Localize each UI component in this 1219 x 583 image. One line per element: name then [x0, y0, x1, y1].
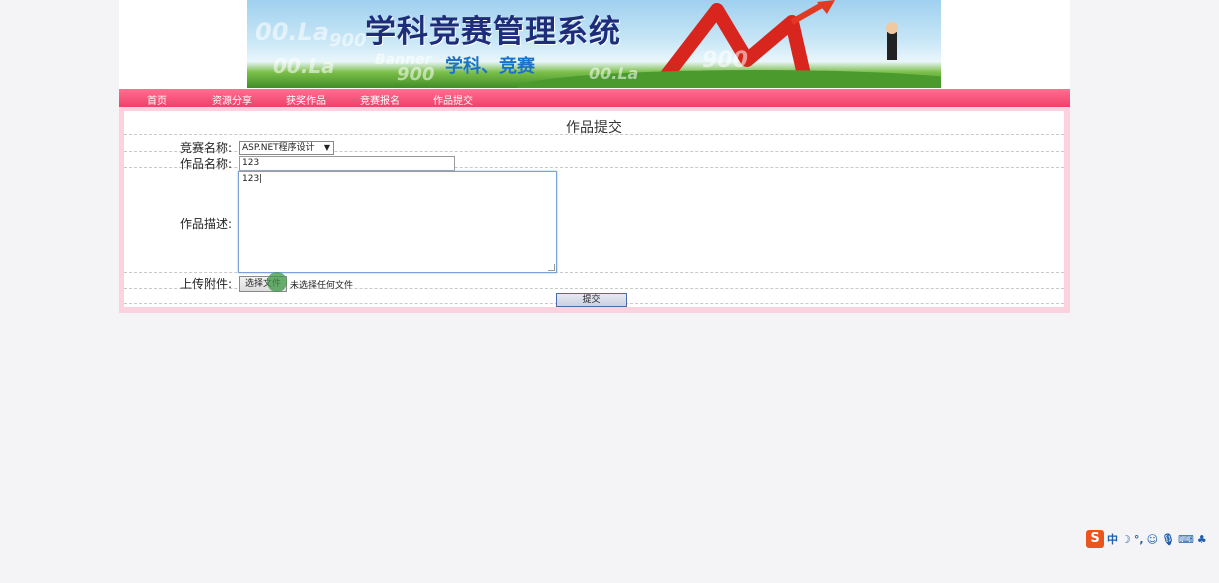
- banner-watermark: 00.La: [255, 18, 330, 46]
- ime-toolbar: S 中 ☽ °, ☺ 🎙 ⌨ ♣: [1086, 530, 1207, 548]
- nav-item-competition-signup[interactable]: 竞赛报名: [360, 92, 400, 107]
- competition-select[interactable]: ASP.NET程序设计 ▼: [239, 141, 334, 155]
- toolbox-icon[interactable]: ♣: [1197, 533, 1207, 546]
- work-name-input[interactable]: 123: [239, 156, 455, 171]
- banner-watermark: 900: [397, 64, 435, 85]
- work-name-label: 作品名称:: [179, 157, 232, 171]
- chevron-down-icon: ▼: [323, 143, 330, 152]
- banner-watermark: 900: [329, 30, 367, 51]
- header-banner: 00.La 900 Banner 00.La 900 00.La 900 学科竞…: [247, 0, 941, 88]
- banner-watermark: 900: [702, 48, 748, 73]
- emoji-icon[interactable]: ☺: [1147, 533, 1158, 546]
- sogou-logo-icon[interactable]: S: [1086, 530, 1104, 548]
- page-container: 00.La 900 Banner 00.La 900 00.La 900 学科竞…: [119, 0, 1070, 313]
- banner-watermark: 00.La: [273, 54, 335, 78]
- site-subtitle: 学科、竞赛: [445, 56, 535, 77]
- site-title: 学科竞赛管理系统: [365, 14, 621, 50]
- competition-label: 竞赛名称:: [179, 141, 232, 155]
- nav-item-home[interactable]: 首页: [147, 92, 167, 107]
- row-divider: [124, 134, 1064, 135]
- submit-button[interactable]: 提交: [556, 293, 627, 307]
- attachment-label: 上传附件:: [179, 277, 232, 291]
- punctuation-icon[interactable]: °,: [1134, 533, 1144, 546]
- nav-item-resource-sharing[interactable]: 资源分享: [212, 92, 252, 107]
- click-indicator: [267, 272, 287, 292]
- no-file-status: 未选择任何文件: [290, 281, 354, 291]
- submit-form: 作品提交 竞赛名称: ASP.NET程序设计 ▼ 作品名称: 123 作品描述:…: [124, 111, 1064, 307]
- competition-select-value: ASP.NET程序设计: [242, 143, 315, 153]
- main-nav: 首页 资源分享 获奖作品 竞赛报名 作品提交: [119, 89, 1070, 107]
- keyboard-icon[interactable]: ⌨: [1178, 533, 1194, 546]
- resize-handle-icon[interactable]: [548, 264, 555, 271]
- microphone-icon[interactable]: 🎙: [1161, 533, 1175, 546]
- nav-item-award-works[interactable]: 获奖作品: [286, 92, 326, 107]
- nav-item-work-submit[interactable]: 作品提交: [433, 92, 473, 107]
- description-text: 123|: [242, 174, 263, 184]
- form-panel: 作品提交 竞赛名称: ASP.NET程序设计 ▼ 作品名称: 123 作品描述:…: [119, 107, 1070, 313]
- input-mode-toggle[interactable]: 中: [1107, 531, 1118, 547]
- moon-icon[interactable]: ☽: [1121, 533, 1131, 546]
- description-label: 作品描述:: [179, 217, 232, 231]
- banner-watermark: 00.La: [589, 64, 639, 83]
- description-textarea[interactable]: 123|: [238, 171, 557, 273]
